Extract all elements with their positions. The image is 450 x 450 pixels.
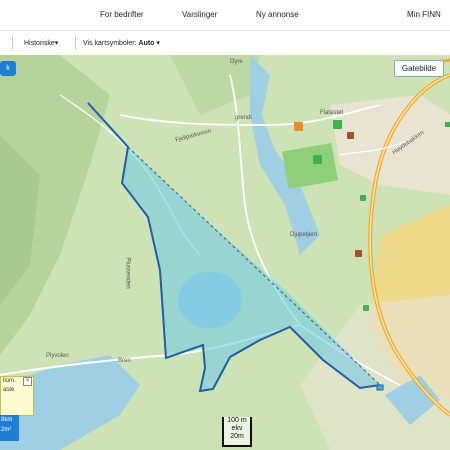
- poi-marker[interactable]: [347, 132, 354, 139]
- map-toolbar: Historiske▾ Vis kartsymboler: Auto ▾: [0, 31, 450, 56]
- map-canvas[interactable]: Dyre Fjellparkveien grendi Flatastøl Dju…: [0, 55, 450, 450]
- area-measurement-box: 8km 2m²: [0, 415, 19, 441]
- streetview-button[interactable]: Gatebilde: [394, 60, 444, 77]
- poi-marker[interactable]: [294, 122, 303, 131]
- top-navigation: For bedrifter Varslinger Ny annonse Min …: [0, 0, 450, 31]
- map-symbols-label: Vis kartsymboler:: [83, 40, 137, 47]
- chevron-down-icon: ▾: [156, 40, 160, 47]
- polygon-vertex-handle[interactable]: [376, 384, 384, 391]
- place-label: Flatastøl: [320, 110, 344, 116]
- poi-marker[interactable]: [313, 155, 322, 164]
- place-label: Dyre: [230, 59, 243, 65]
- place-label: Djupetjern: [290, 232, 318, 238]
- map-symbols-dropdown[interactable]: Vis kartsymboler: Auto ▾: [83, 39, 160, 47]
- poi-marker[interactable]: [333, 120, 342, 129]
- toolbar-divider: [75, 36, 76, 50]
- scale-ekv-label: ekv: [231, 425, 243, 432]
- area-info-popup: × llom. aste: [0, 376, 34, 416]
- poi-marker[interactable]: [355, 250, 362, 257]
- historical-label: Historiske: [24, 40, 55, 47]
- poi-marker[interactable]: [360, 195, 366, 201]
- toolbar-divider: [12, 36, 13, 50]
- place-label: Bren: [118, 358, 131, 364]
- place-label: grendi: [235, 115, 252, 121]
- nav-my-finn[interactable]: Min FINN: [407, 10, 441, 19]
- nav-new-ad[interactable]: Ny annonse: [256, 10, 299, 19]
- map-symbols-value: Auto: [138, 40, 155, 47]
- scale-distance: 100 m: [227, 417, 247, 424]
- map-graphics: [0, 55, 450, 450]
- place-label: Plyvolen: [46, 353, 69, 359]
- poi-marker[interactable]: [363, 305, 369, 311]
- measurement-length: 8km: [1, 417, 13, 423]
- map-scale-bar: 100 m ekv 20m: [222, 417, 252, 447]
- poi-marker[interactable]: [445, 122, 450, 127]
- measurement-area: 2m²: [1, 427, 12, 433]
- popup-line: aste: [3, 387, 15, 393]
- nav-for-business[interactable]: For bedrifter: [100, 10, 144, 19]
- close-icon[interactable]: ×: [23, 377, 32, 386]
- scale-contour-interval: 20m: [230, 433, 244, 440]
- map-mode-button[interactable]: k: [0, 61, 16, 76]
- chevron-down-icon: ▾: [54, 40, 59, 47]
- place-label: Plussenden: [124, 257, 131, 289]
- nav-alerts[interactable]: Varslinger: [182, 10, 217, 19]
- historical-dropdown[interactable]: Historiske▾: [24, 39, 58, 47]
